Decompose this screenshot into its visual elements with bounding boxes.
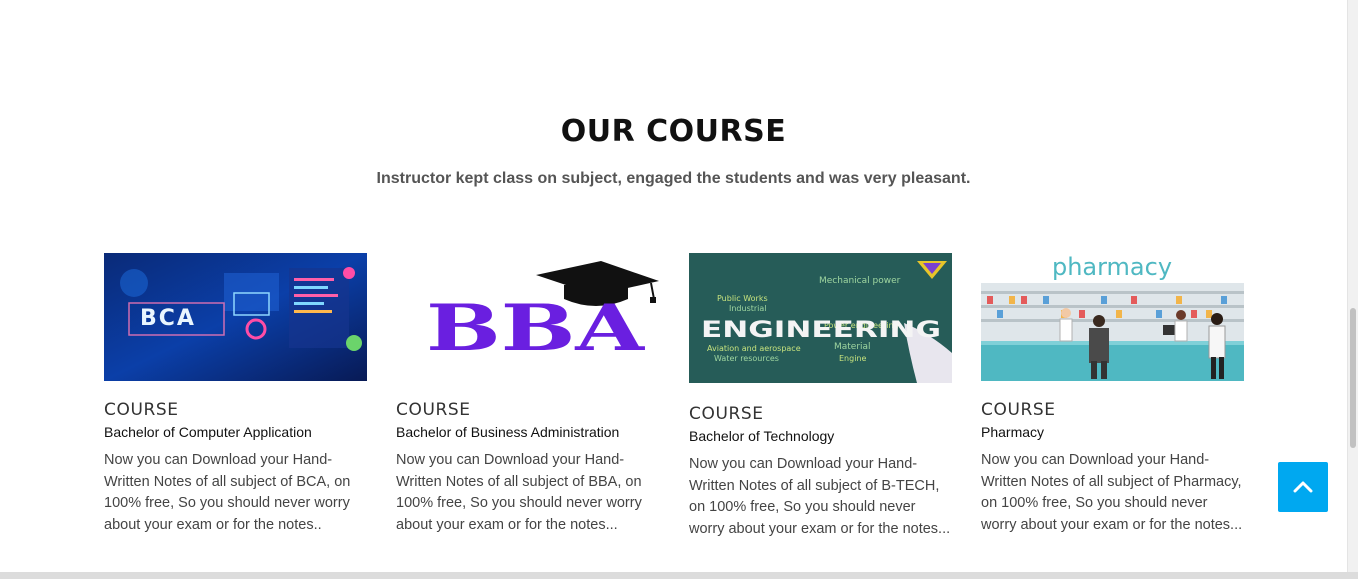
svg-text:Material: Material [834, 342, 871, 352]
course-image-bca[interactable]: BCA [104, 253, 367, 381]
pharmacy-image-label: pharmacy [1052, 253, 1172, 281]
course-image-bba[interactable]: BBA [396, 253, 659, 381]
course-description: Now you can Download your Hand-Written N… [396, 452, 642, 533]
page: OUR COURSE Instructor kept class on subj… [0, 0, 1347, 572]
course-name[interactable]: Pharmacy [981, 424, 1244, 440]
horizontal-scrollbar[interactable] [0, 572, 1358, 579]
course-image-pharmacy[interactable]: pharmacy [981, 253, 1244, 381]
bca-image-label: BCA [140, 306, 196, 331]
bba-image-label: BBA [426, 291, 646, 366]
course-name[interactable]: Bachelor of Technology [689, 428, 952, 444]
course-tag: COURSE [396, 400, 471, 420]
svg-text:Public Works: Public Works [717, 294, 768, 303]
vertical-scrollbar[interactable] [1347, 0, 1358, 572]
scrollbar-thumb[interactable] [1350, 308, 1356, 448]
svg-text:Water resources: Water resources [714, 354, 779, 363]
section-title: OUR COURSE [560, 114, 787, 149]
course-name[interactable]: Bachelor of Business Administration [396, 424, 659, 440]
course-description: Now you can Download your Hand-Written N… [104, 452, 351, 533]
btech-image-label: ENGINEERING [701, 318, 941, 343]
back-to-top-button[interactable] [1278, 462, 1328, 512]
course-tag: COURSE [689, 404, 764, 424]
course-card-btech[interactable]: Mechanical power Public Works Industrial… [689, 253, 952, 540]
course-name[interactable]: Bachelor of Computer Application [104, 424, 367, 440]
chevron-up-icon [1293, 481, 1313, 493]
course-image-btech[interactable]: Mechanical power Public Works Industrial… [689, 253, 952, 383]
course-description: Now you can Download your Hand-Written N… [689, 456, 951, 537]
svg-text:Aviation and aerospace: Aviation and aerospace [707, 344, 801, 353]
svg-text:Industrial: Industrial [729, 304, 767, 313]
course-card-bca[interactable]: BCA COURSE Bachelor of Computer Applicat… [104, 253, 367, 536]
course-card-pharmacy[interactable]: pharmacy COURSE Pharmacy Now you can Dow… [981, 253, 1244, 536]
section-subtitle: Instructor kept class on subject, engage… [376, 170, 971, 187]
svg-text:Engine: Engine [839, 354, 866, 363]
course-card-bba[interactable]: BBA COURSE Bachelor of Business Administ… [396, 253, 659, 536]
svg-text:Mechanical power: Mechanical power [819, 276, 901, 286]
course-tag: COURSE [981, 400, 1056, 420]
course-description: Now you can Download your Hand-Written N… [981, 452, 1243, 533]
course-tag: COURSE [104, 400, 179, 420]
